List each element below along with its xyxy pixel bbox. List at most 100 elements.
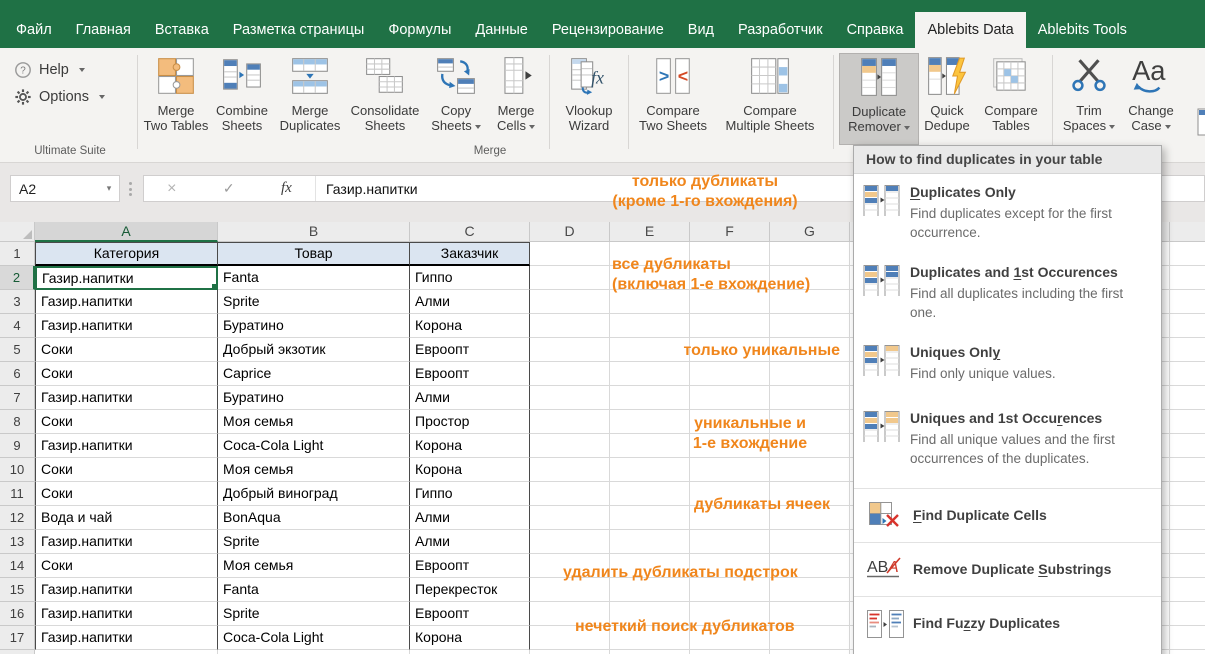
- cell-C14[interactable]: Евроопт: [410, 554, 530, 578]
- cell-B12[interactable]: BonAqua: [218, 506, 410, 530]
- cell-A4[interactable]: Газир.напитки: [35, 314, 218, 338]
- row-header-11[interactable]: 11: [0, 482, 35, 506]
- merge-duplicates-button[interactable]: MergeDuplicates: [274, 53, 346, 145]
- insert-function-icon[interactable]: fx: [281, 180, 292, 197]
- cell-D6[interactable]: [530, 362, 610, 386]
- cell-x14[interactable]: [1170, 554, 1205, 578]
- row-header-2[interactable]: 2: [0, 266, 35, 290]
- cell-A9[interactable]: Газир.напитки: [35, 434, 218, 458]
- cell-F7[interactable]: [690, 386, 770, 410]
- cell-A13[interactable]: Газир.напитки: [35, 530, 218, 554]
- options-menu[interactable]: Options: [14, 83, 105, 110]
- cell-A2[interactable]: Газир.напитки: [35, 266, 218, 290]
- cell-F4[interactable]: [690, 314, 770, 338]
- column-header-x8[interactable]: [1170, 222, 1205, 242]
- cell-x7[interactable]: [1170, 386, 1205, 410]
- menu-item-duplicates-only[interactable]: Duplicates OnlyFind duplicates except fo…: [854, 174, 1161, 254]
- cell-A17[interactable]: Газир.напитки: [35, 626, 218, 650]
- cell-C4[interactable]: Корона: [410, 314, 530, 338]
- cell-A15[interactable]: Газир.напитки: [35, 578, 218, 602]
- cell-B3[interactable]: Sprite: [218, 290, 410, 314]
- cell-C8[interactable]: Простор: [410, 410, 530, 434]
- cell-x12[interactable]: [1170, 506, 1205, 530]
- cell-F13[interactable]: [690, 530, 770, 554]
- column-header-B[interactable]: B: [218, 222, 410, 242]
- cell-E13[interactable]: [610, 530, 690, 554]
- cell-C3[interactable]: Алми: [410, 290, 530, 314]
- row-header-4[interactable]: 4: [0, 314, 35, 338]
- row-header-10[interactable]: 10: [0, 458, 35, 482]
- row-header-1[interactable]: 1: [0, 242, 35, 266]
- row-header-5[interactable]: 5: [0, 338, 35, 362]
- enter-icon[interactable]: ✓: [223, 180, 235, 197]
- menu-item-uniques-and-1st-occurences[interactable]: Uniques and 1st OccurencesFind all uniqu…: [854, 400, 1161, 488]
- cell-D1[interactable]: [530, 242, 610, 266]
- cell-A14[interactable]: Соки: [35, 554, 218, 578]
- cell-A8[interactable]: Соки: [35, 410, 218, 434]
- cell-A1[interactable]: Категория: [35, 242, 218, 266]
- cell-B2[interactable]: Fanta: [218, 266, 410, 290]
- cell-F18[interactable]: [690, 650, 770, 654]
- cell-x16[interactable]: [1170, 602, 1205, 626]
- help-menu[interactable]: ? Help: [14, 56, 105, 83]
- cell-D18[interactable]: [530, 650, 610, 654]
- cell-D4[interactable]: [530, 314, 610, 338]
- column-header-E[interactable]: E: [610, 222, 690, 242]
- chevron-down-icon[interactable]: ▾: [99, 183, 119, 194]
- change-case-button[interactable]: AaChangeCase: [1120, 53, 1182, 145]
- cell-A3[interactable]: Газир.напитки: [35, 290, 218, 314]
- cell-x4[interactable]: [1170, 314, 1205, 338]
- cell-B5[interactable]: Добрый экзотик: [218, 338, 410, 362]
- tab-вставка[interactable]: Вставка: [143, 12, 221, 48]
- cell-E10[interactable]: [610, 458, 690, 482]
- row-header-17[interactable]: 17: [0, 626, 35, 650]
- cell-F10[interactable]: [690, 458, 770, 482]
- cell-A10[interactable]: Соки: [35, 458, 218, 482]
- row-header-6[interactable]: 6: [0, 362, 35, 386]
- menu-item-duplicates-and-1st-occurences[interactable]: Duplicates and 1st OccurencesFind all du…: [854, 254, 1161, 334]
- row-header-18[interactable]: 18: [0, 650, 35, 654]
- cell-x3[interactable]: [1170, 290, 1205, 314]
- menu-item-uniques-only[interactable]: Uniques OnlyFind only unique values.: [854, 334, 1161, 400]
- cell-C18[interactable]: [410, 650, 530, 654]
- cell-C9[interactable]: Корона: [410, 434, 530, 458]
- cell-C11[interactable]: Гиппо: [410, 482, 530, 506]
- row-header-8[interactable]: 8: [0, 410, 35, 434]
- compare-tables-button[interactable]: CompareTables: [975, 53, 1047, 145]
- row-header-7[interactable]: 7: [0, 386, 35, 410]
- vlookup-wizard-button[interactable]: fxVlookupWizard: [555, 53, 623, 145]
- menu-item-find-duplicate-cells[interactable]: Find Duplicate Cells: [854, 489, 1161, 542]
- cell-x18[interactable]: [1170, 650, 1205, 654]
- cell-E4[interactable]: [610, 314, 690, 338]
- merge-two-tables-button[interactable]: MergeTwo Tables: [142, 53, 210, 145]
- cell-B9[interactable]: Coca-Cola Light: [218, 434, 410, 458]
- tab-главная[interactable]: Главная: [64, 12, 143, 48]
- cell-B8[interactable]: Моя семья: [218, 410, 410, 434]
- cell-E18[interactable]: [610, 650, 690, 654]
- tab-ablebits-data[interactable]: Ablebits Data: [915, 12, 1025, 48]
- cell-D7[interactable]: [530, 386, 610, 410]
- cell-B18[interactable]: [218, 650, 410, 654]
- cell-G13[interactable]: [770, 530, 850, 554]
- cell-A16[interactable]: Газир.напитки: [35, 602, 218, 626]
- tab-вид[interactable]: Вид: [676, 12, 726, 48]
- cell-F6[interactable]: [690, 362, 770, 386]
- cell-B4[interactable]: Буратино: [218, 314, 410, 338]
- cell-C17[interactable]: Корона: [410, 626, 530, 650]
- row-header-16[interactable]: 16: [0, 602, 35, 626]
- cell-D12[interactable]: [530, 506, 610, 530]
- cell-G18[interactable]: [770, 650, 850, 654]
- cell-D10[interactable]: [530, 458, 610, 482]
- select-all-corner[interactable]: [0, 222, 35, 242]
- merge-cells-button[interactable]: MergeCells: [488, 53, 544, 145]
- name-box[interactable]: A2 ▾: [10, 175, 120, 202]
- combine-sheets-button[interactable]: CombineSheets: [210, 53, 274, 145]
- duplicate-remover-button[interactable]: DuplicateRemover: [839, 53, 919, 145]
- compare-multiple-sheets-button[interactable]: CompareMultiple Sheets: [712, 53, 828, 145]
- tab-ablebits-tools[interactable]: Ablebits Tools: [1026, 12, 1139, 48]
- tab-формулы[interactable]: Формулы: [376, 12, 463, 48]
- cell-D11[interactable]: [530, 482, 610, 506]
- cell-B11[interactable]: Добрый виноград: [218, 482, 410, 506]
- row-header-15[interactable]: 15: [0, 578, 35, 602]
- cell-D5[interactable]: [530, 338, 610, 362]
